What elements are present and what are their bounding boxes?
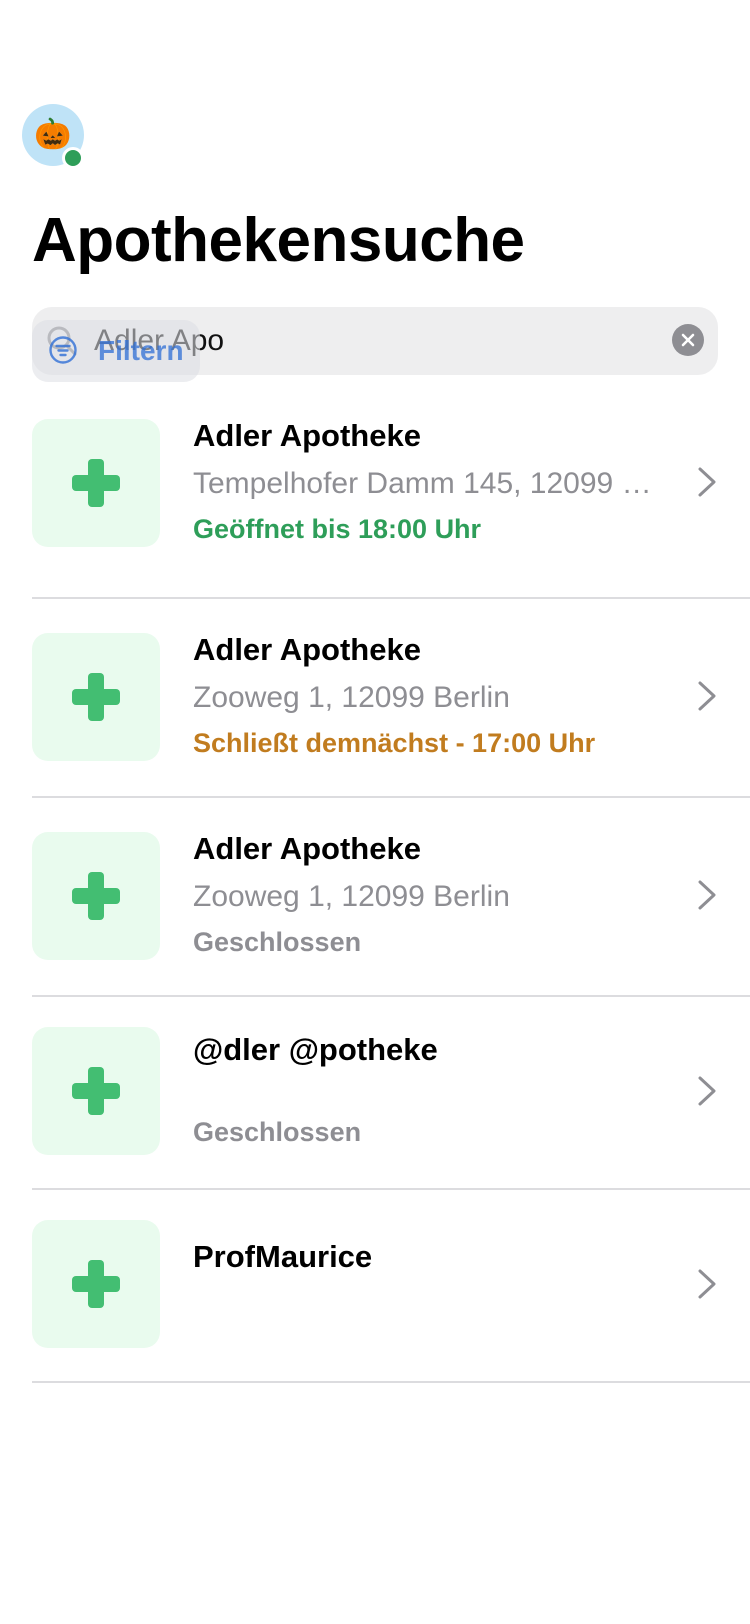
pharmacy-cross-icon [72, 459, 120, 507]
clear-icon [681, 333, 695, 347]
filter-label: Filtern [98, 335, 184, 366]
pharmacy-list-item[interactable]: Adler Apotheke Zooweg 1, 12099 Berlin Sc… [0, 599, 750, 798]
pharmacy-status: Geschlossen [193, 927, 362, 957]
pharmacy-name: Adler Apotheke [193, 632, 421, 667]
pharmacy-name: @dler @potheke [193, 1032, 438, 1067]
pharmacy-list: Adler Apotheke Tempelhofer Damm 145, 120… [0, 400, 750, 1383]
pharmacy-list-item[interactable]: @dler @potheke Geschlossen [0, 997, 750, 1190]
pharmacy-status: Geschlossen [193, 1117, 362, 1147]
chevron-right-icon [698, 467, 716, 497]
pharmacy-status: Schließt demnächst - 17:00 Uhr [193, 728, 596, 758]
pharmacy-tile [32, 1220, 160, 1348]
pharmacy-list-item[interactable]: ProfMaurice [0, 1190, 750, 1383]
pharmacy-tile [32, 832, 160, 960]
pharmacy-name: Adler Apotheke [193, 831, 421, 866]
pharmacy-name: ProfMaurice [193, 1239, 373, 1274]
filter-icon [49, 336, 77, 364]
pharmacy-address: Tempelhofer Damm 145, 12099 Berlin [193, 467, 653, 500]
pharmacy-cross-icon [72, 673, 120, 721]
pharmacy-tile [32, 633, 160, 761]
pharmacy-name: Adler Apotheke [193, 418, 421, 453]
page-title: Apothekensuche [32, 206, 525, 275]
chevron-right-icon [698, 880, 716, 910]
pumpkin-icon: 🎃 [34, 118, 72, 151]
chevron-right-icon [698, 681, 716, 711]
chevron-right-icon [698, 1269, 716, 1299]
pharmacy-cross-icon [72, 1067, 120, 1115]
pharmacy-address: Zooweg 1, 12099 Berlin [193, 880, 510, 913]
pharmacy-address: Zooweg 1, 12099 Berlin [193, 681, 510, 714]
pharmacy-tile [32, 419, 160, 547]
pharmacy-cross-icon [72, 1260, 120, 1308]
pharmacy-tile [32, 1027, 160, 1155]
chevron-right-icon [698, 1076, 716, 1106]
pharmacy-list-item[interactable]: Adler Apotheke Tempelhofer Damm 145, 120… [0, 400, 750, 599]
filter-button[interactable]: Filtern [32, 320, 200, 382]
pharmacy-cross-icon [72, 872, 120, 920]
row-divider [32, 1381, 750, 1383]
clear-search-button[interactable] [672, 324, 704, 356]
pharmacy-list-item[interactable]: Adler Apotheke Zooweg 1, 12099 Berlin Ge… [0, 798, 750, 997]
online-status-dot [62, 147, 84, 169]
pharmacy-status: Geöffnet bis 18:00 Uhr [193, 514, 482, 544]
